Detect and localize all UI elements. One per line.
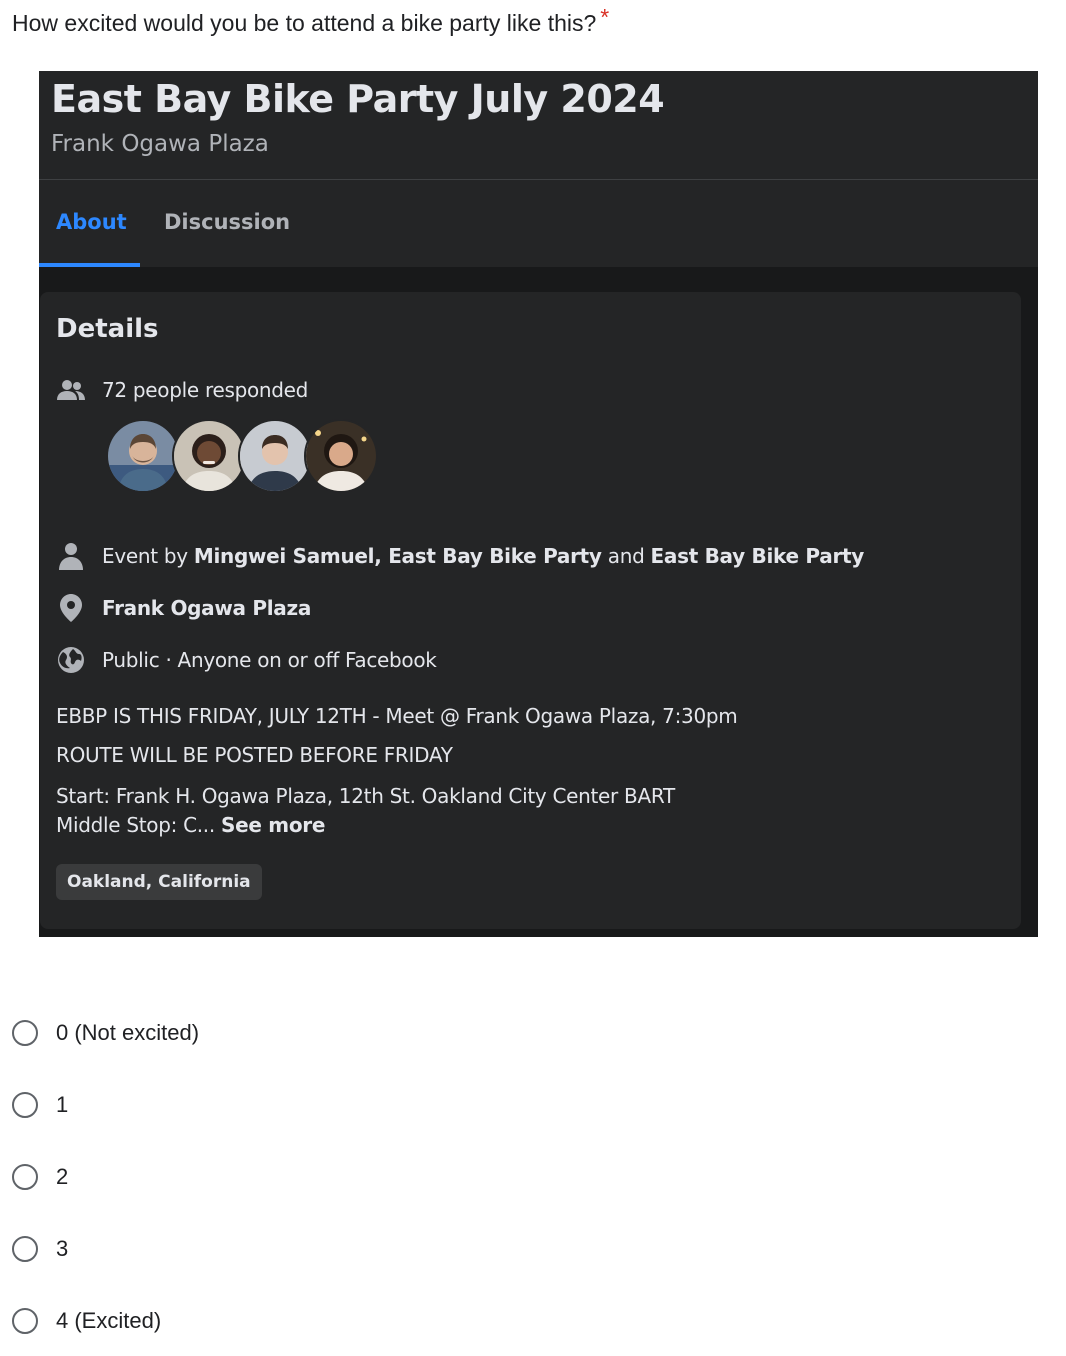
- privacy-text: Public · Anyone on or off Facebook: [102, 648, 437, 672]
- tab-about[interactable]: About: [56, 210, 127, 234]
- responded-row: 72 people responded: [56, 375, 308, 405]
- host-names[interactable]: Mingwei Samuel, East Bay Bike Party: [194, 544, 602, 568]
- host-row: Event by Mingwei Samuel, East Bay Bike P…: [56, 541, 864, 571]
- option-1[interactable]: 1: [12, 1089, 68, 1121]
- host-last[interactable]: East Bay Bike Party: [651, 544, 865, 568]
- option-4[interactable]: 4 (Excited): [12, 1305, 161, 1337]
- people-icon: [56, 375, 86, 405]
- avatar[interactable]: [304, 419, 378, 493]
- person-icon: [56, 541, 86, 571]
- see-more-link[interactable]: See more: [221, 813, 325, 837]
- radio-button[interactable]: [12, 1092, 38, 1118]
- option-2[interactable]: 2: [12, 1161, 68, 1193]
- question-title: How excited would you be to attend a bik…: [12, 4, 609, 38]
- privacy-row: Public · Anyone on or off Facebook: [56, 645, 437, 675]
- tab-discussion[interactable]: Discussion: [164, 210, 290, 234]
- option-0[interactable]: 0 (Not excited): [12, 1017, 199, 1049]
- location-row: Frank Ogawa Plaza: [56, 593, 311, 623]
- option-label: 0 (Not excited): [56, 1020, 200, 1045]
- question-text: How excited would you be to attend a bik…: [12, 10, 597, 36]
- required-asterisk: *: [600, 4, 610, 30]
- option-label: 2: [56, 1164, 69, 1189]
- globe-icon: [56, 645, 86, 675]
- location-chip[interactable]: Oakland, California: [56, 864, 262, 900]
- event-header: East Bay Bike Party July 2024 Frank Ogaw…: [39, 71, 1038, 180]
- details-heading: Details: [56, 314, 159, 344]
- description-line: Middle Stop: C...: [56, 813, 215, 837]
- host-and: and: [607, 544, 645, 568]
- radio-button[interactable]: [12, 1020, 38, 1046]
- radio-button[interactable]: [12, 1308, 38, 1334]
- description-line: EBBP IS THIS FRIDAY, JULY 12TH - Meet @ …: [56, 704, 738, 728]
- option-label: 1: [56, 1092, 69, 1117]
- responded-count: 72 people responded: [102, 378, 309, 402]
- event-tabs: About Discussion: [39, 180, 1038, 267]
- option-label: 3: [56, 1236, 69, 1261]
- radio-button[interactable]: [12, 1164, 38, 1190]
- description-line: Start: Frank H. Ogawa Plaza, 12th St. Oa…: [56, 784, 675, 808]
- avatar[interactable]: [238, 419, 312, 493]
- description-line-last: Middle Stop: C... See more: [56, 813, 325, 837]
- details-card: Details 72 people responded Event by Min…: [40, 292, 1021, 929]
- avatar[interactable]: [172, 419, 246, 493]
- event-subtitle: Frank Ogawa Plaza: [51, 131, 269, 157]
- host-prefix: Event by: [102, 544, 188, 568]
- active-tab-indicator: [39, 263, 140, 267]
- avatar[interactable]: [106, 419, 180, 493]
- option-3[interactable]: 3: [12, 1233, 68, 1265]
- description-line: ROUTE WILL BE POSTED BEFORE FRIDAY: [56, 743, 453, 767]
- location-name[interactable]: Frank Ogawa Plaza: [102, 596, 311, 620]
- map-pin-icon: [56, 593, 86, 623]
- event-screenshot: East Bay Bike Party July 2024 Frank Ogaw…: [39, 71, 1038, 937]
- attendee-avatars: [106, 419, 386, 493]
- radio-button[interactable]: [12, 1236, 38, 1262]
- event-title: East Bay Bike Party July 2024: [51, 77, 665, 121]
- option-label: 4 (Excited): [56, 1308, 162, 1333]
